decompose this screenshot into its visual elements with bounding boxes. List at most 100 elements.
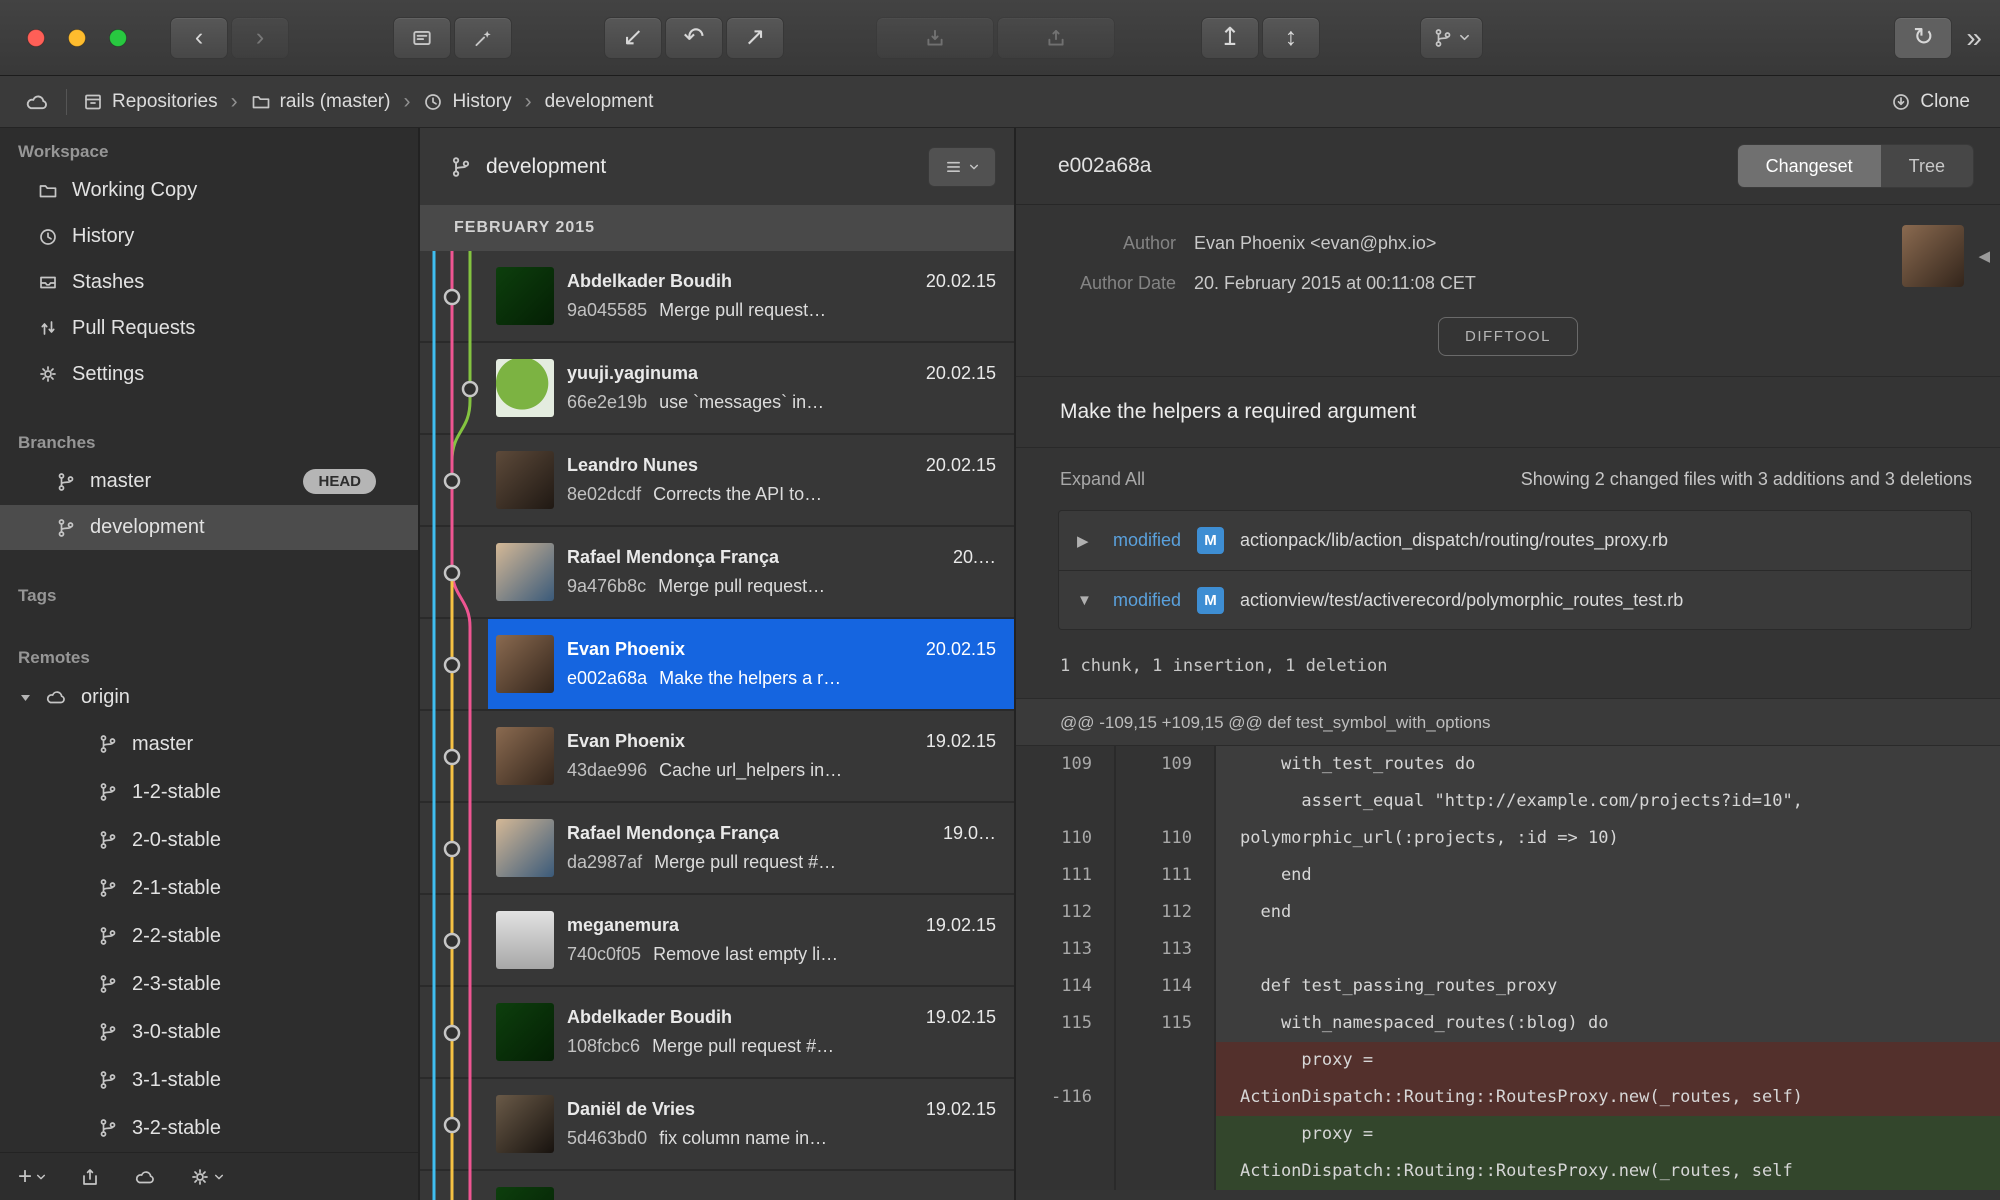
sidebar-item-stashes[interactable]: Stashes bbox=[0, 260, 418, 306]
merge-button[interactable]: ↗ bbox=[726, 16, 784, 59]
sidebar-branch-development[interactable]: development bbox=[0, 504, 418, 551]
refresh-button[interactable]: ↻ bbox=[1894, 16, 1953, 59]
commit-hash: 43dae996 bbox=[567, 760, 648, 780]
chevron-down-icon bbox=[969, 164, 979, 169]
forward-button[interactable]: › bbox=[231, 16, 289, 59]
sidebar-item-label: Stashes bbox=[72, 270, 145, 293]
export-button[interactable] bbox=[80, 1167, 100, 1187]
diff-line: 111 111 end bbox=[1016, 857, 2000, 894]
stash-button[interactable] bbox=[876, 16, 994, 59]
collapse-panel-icon[interactable]: ◀ bbox=[1978, 247, 1990, 265]
file-row[interactable]: ▶ modified M actionpack/lib/action_dispa… bbox=[1059, 511, 1971, 570]
sidebar-branch-master[interactable]: master HEAD bbox=[0, 459, 418, 505]
back-button[interactable]: ‹ bbox=[170, 16, 228, 59]
list-options-dropdown[interactable] bbox=[928, 146, 996, 187]
file-path: actionview/test/activerecord/polymorphic… bbox=[1240, 589, 1684, 610]
sidebar-item-history[interactable]: History bbox=[0, 214, 418, 260]
remote-branch-label: 2-3-stable bbox=[132, 972, 221, 995]
commit-row[interactable]: Abdelkader Boudih 19.02.15 bbox=[420, 1171, 1014, 1200]
difftool-button[interactable]: DIFFTOOL bbox=[1438, 317, 1578, 356]
tab-changeset[interactable]: Changeset bbox=[1737, 145, 1881, 187]
remotes-section-title: Remotes bbox=[18, 648, 90, 668]
diff-code: proxy = bbox=[1216, 1042, 2000, 1079]
reset-button[interactable]: ↶ bbox=[665, 16, 723, 59]
chevron-right-icon: › bbox=[255, 23, 265, 51]
pull-button[interactable]: ↕ bbox=[1262, 16, 1320, 59]
diff-code: assert_equal "http://example.com/project… bbox=[1216, 783, 2000, 820]
push-button[interactable]: ↥ bbox=[1201, 16, 1259, 59]
disclosure-icon[interactable]: ▶ bbox=[1077, 532, 1097, 550]
remote-branch-item[interactable]: 2-3-stable bbox=[0, 960, 418, 1008]
toolbar-overflow-icon[interactable]: » bbox=[1966, 22, 1982, 54]
sidebar-item-settings[interactable]: Settings bbox=[0, 351, 418, 397]
commit-row[interactable]: yuuji.yaginuma 20.02.15 66e2e19b use `me… bbox=[420, 343, 1014, 435]
remote-branch-item[interactable]: 3-2-stable bbox=[0, 1104, 418, 1152]
tab-tree[interactable]: Tree bbox=[1880, 145, 1973, 187]
file-path: actionpack/lib/action_dispatch/routing/r… bbox=[1240, 530, 1668, 550]
commit-row[interactable]: Abdelkader Boudih 19.02.15 108fcbc6 Merg… bbox=[420, 987, 1014, 1079]
minimize-button[interactable] bbox=[68, 28, 86, 47]
unstash-button[interactable] bbox=[997, 16, 1115, 59]
repository-icon bbox=[85, 94, 101, 109]
gear-icon bbox=[192, 1168, 208, 1185]
commit-row[interactable]: Abdelkader Boudih 20.02.15 9a045585 Merg… bbox=[420, 251, 1014, 343]
clone-button[interactable]: Clone bbox=[1891, 91, 1970, 113]
commit-row[interactable]: Leandro Nunes 20.02.15 8e02dcdf Corrects… bbox=[420, 435, 1014, 527]
cloud-icon[interactable] bbox=[24, 93, 50, 111]
commit-button[interactable] bbox=[393, 16, 451, 59]
breadcrumb-repo[interactable]: rails (master) bbox=[251, 91, 390, 113]
sidebar-item-label: Settings bbox=[72, 362, 145, 385]
remote-branch-item[interactable]: 3-0-stable bbox=[0, 1008, 418, 1056]
new-line-number bbox=[1116, 783, 1216, 820]
commit-row[interactable]: Rafael Mendonça França 20.… 9a476b8c Mer… bbox=[420, 527, 1014, 619]
diff-line: -116 ActionDispatch::Routing::RoutesProx… bbox=[1016, 1079, 2000, 1116]
sidebar-item-pull-requests[interactable]: Pull Requests bbox=[0, 305, 418, 351]
commit-row[interactable]: Rafael Mendonça França 19.0… da2987af Me… bbox=[420, 803, 1014, 895]
breadcrumb-history[interactable]: History bbox=[423, 91, 512, 113]
commit-row[interactable]: Evan Phoenix 19.02.15 43dae996 Cache url… bbox=[420, 711, 1014, 803]
remote-cloud-icon bbox=[46, 691, 65, 704]
commit-row[interactable]: Daniël de Vries 19.02.15 5d463bd0 fix co… bbox=[420, 1079, 1014, 1171]
add-repository-button[interactable]: + bbox=[18, 1163, 46, 1191]
remote-branch-item[interactable]: 1-2-stable bbox=[0, 768, 418, 816]
graph-spacer bbox=[420, 251, 488, 341]
remote-branch-item[interactable]: 2-1-stable bbox=[0, 864, 418, 912]
settings-menu-button[interactable] bbox=[190, 1167, 224, 1187]
breadcrumb-separator: › bbox=[230, 89, 238, 113]
breadcrumb-repositories[interactable]: Repositories bbox=[83, 91, 218, 113]
branch-icon bbox=[452, 156, 470, 177]
commit-row[interactable]: Evan Phoenix 20.02.15 e002a68a Make the … bbox=[420, 619, 1014, 711]
disclosure-triangle-icon[interactable] bbox=[20, 693, 31, 702]
discard-button[interactable] bbox=[454, 16, 512, 59]
remote-branch-item[interactable]: 3-1-stable bbox=[0, 1056, 418, 1104]
new-line-number bbox=[1116, 1153, 1216, 1190]
commit-panel: development FEBRUARY 2015 Abdelkader Bou… bbox=[420, 128, 1016, 1200]
commit-hash: 9a476b8c bbox=[567, 576, 647, 596]
commit-date: 19.02.15 bbox=[925, 1007, 996, 1027]
sidebar-item-label: Working Copy bbox=[72, 179, 198, 202]
diff-code: ActionDispatch::Routing::RoutesProxy.new… bbox=[1216, 1079, 2000, 1116]
remote-branch-label: 3-2-stable bbox=[132, 1116, 221, 1139]
breadcrumb-branch[interactable]: development bbox=[545, 91, 654, 113]
diff-code: with_test_routes do bbox=[1216, 746, 2000, 783]
remote-branch-item[interactable]: master bbox=[0, 720, 418, 768]
branch-menu-button[interactable] bbox=[1420, 16, 1483, 59]
remote-branch-label: 1-2-stable bbox=[132, 780, 221, 803]
remote-branch-item[interactable]: 2-0-stable bbox=[0, 816, 418, 864]
remote-branch-label: 3-1-stable bbox=[132, 1068, 221, 1091]
sidebar-remote-origin[interactable]: origin bbox=[0, 674, 418, 720]
cloud-button[interactable] bbox=[134, 1169, 156, 1185]
checkout-button[interactable]: ↙ bbox=[604, 16, 662, 59]
expand-all-button[interactable]: Expand All bbox=[1060, 469, 1145, 490]
old-line-number: 115 bbox=[1016, 1005, 1116, 1042]
branch-icon bbox=[100, 831, 116, 850]
zoom-button[interactable] bbox=[109, 28, 127, 47]
disclosure-icon[interactable]: ▼ bbox=[1077, 592, 1097, 609]
commit-row[interactable]: meganemura 19.02.15 740c0f05 Remove last… bbox=[420, 895, 1014, 987]
close-button[interactable] bbox=[27, 28, 45, 47]
graph-spacer bbox=[420, 619, 488, 709]
file-row[interactable]: ▼ modified M actionview/test/activerecor… bbox=[1059, 570, 1971, 629]
remote-branch-item[interactable]: 2-2-stable bbox=[0, 912, 418, 960]
sidebar-item-working-copy[interactable]: Working Copy bbox=[0, 168, 418, 214]
list-icon bbox=[947, 161, 960, 173]
